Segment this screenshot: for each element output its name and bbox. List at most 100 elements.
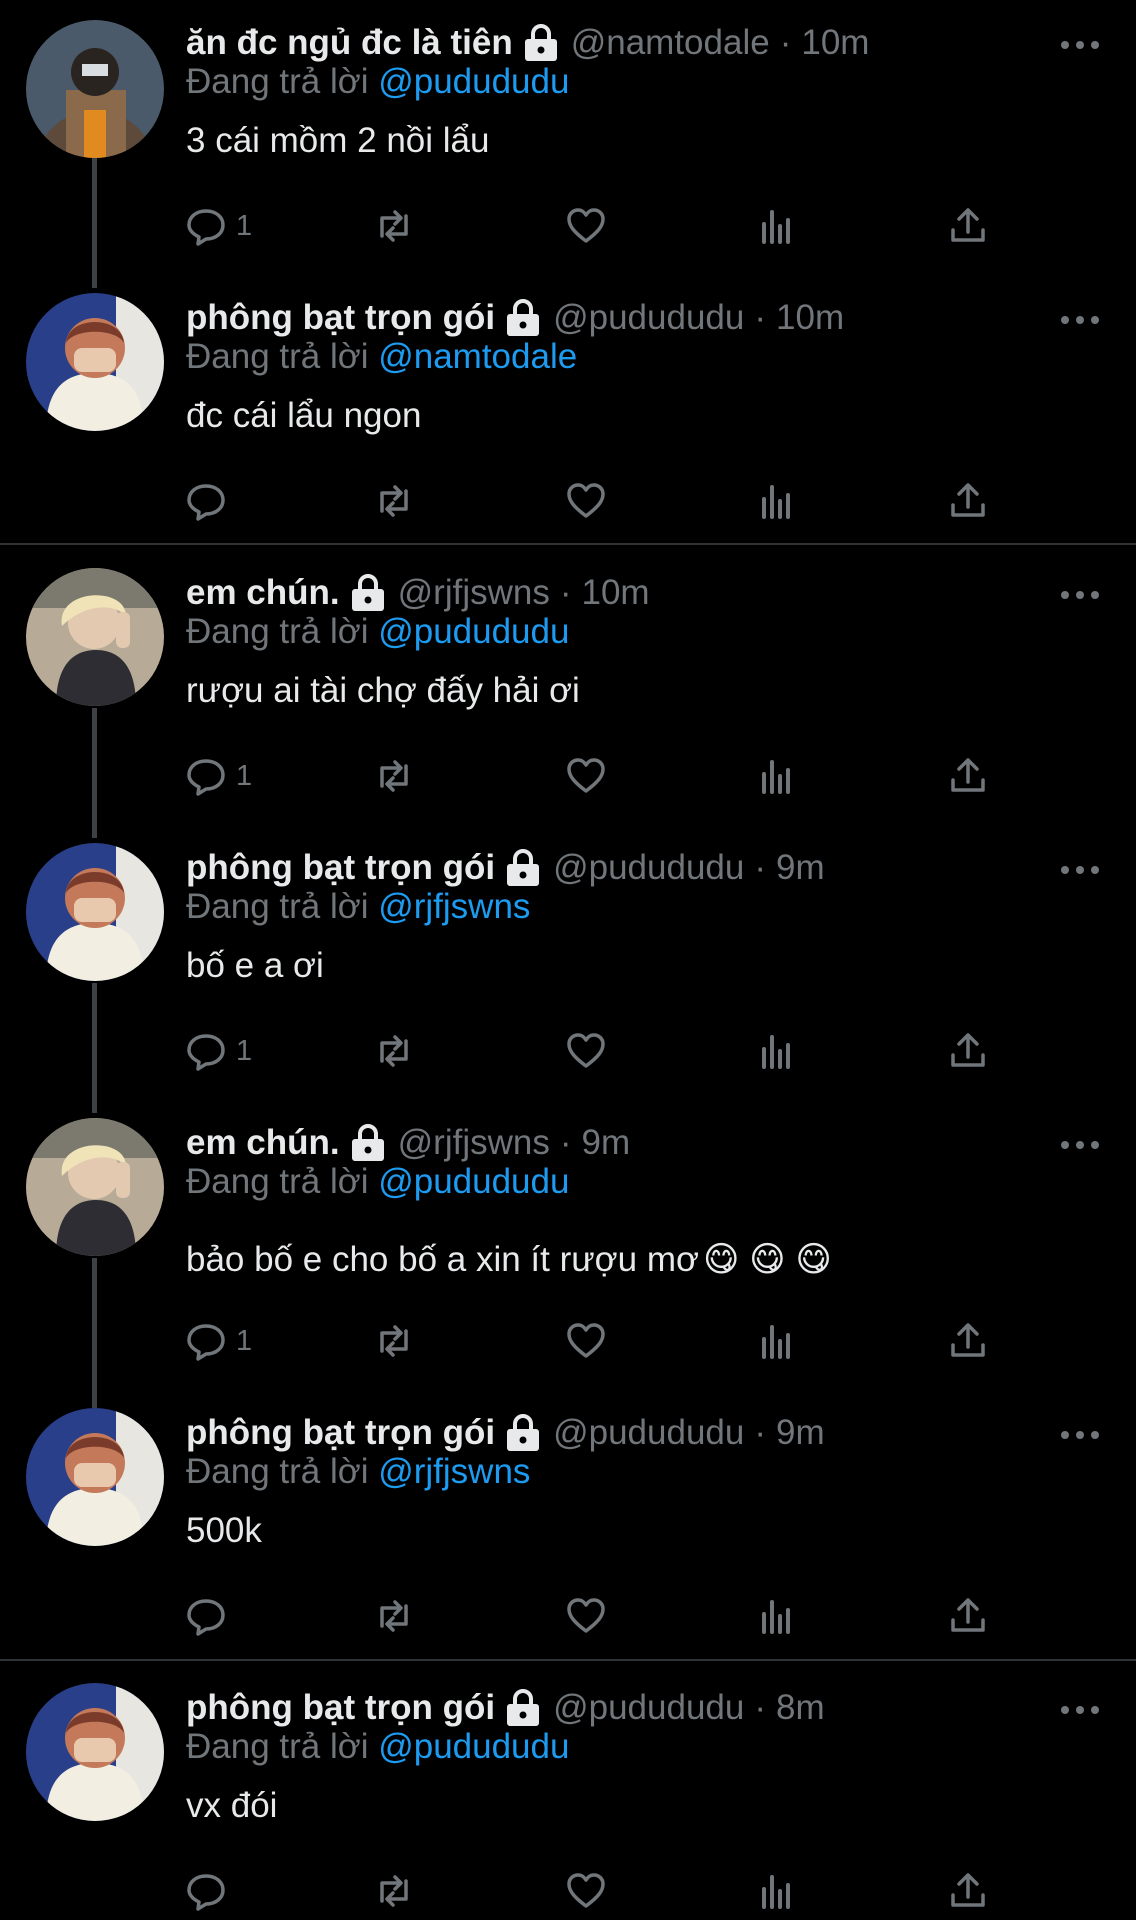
action-bar: 1: [186, 1313, 1006, 1369]
share-button[interactable]: [948, 198, 988, 254]
more-icon[interactable]: [1058, 1428, 1102, 1442]
tweet-text: vx đói: [186, 1786, 278, 1825]
retweet-button[interactable]: [374, 1023, 414, 1079]
share-icon: [951, 1033, 985, 1067]
like-button[interactable]: [566, 1023, 606, 1079]
heart-icon: [567, 1873, 605, 1908]
handle[interactable]: @pudududu: [553, 298, 744, 338]
mention-link[interactable]: @pudududu: [378, 1727, 569, 1766]
more-icon[interactable]: [1058, 313, 1102, 327]
retweet-button[interactable]: [374, 1588, 414, 1644]
avatar[interactable]: [26, 568, 164, 706]
like-button[interactable]: [566, 1863, 606, 1919]
more-icon[interactable]: [1058, 38, 1102, 52]
retweet-icon: [380, 1875, 408, 1907]
handle[interactable]: @pudududu: [553, 1413, 744, 1453]
more-icon[interactable]: [1058, 863, 1102, 877]
avatar[interactable]: [26, 1118, 164, 1256]
mention-link[interactable]: @pudududu: [378, 612, 569, 651]
avatar[interactable]: [26, 293, 164, 431]
views-button[interactable]: [756, 473, 796, 529]
display-name[interactable]: phông bạt trọn gói: [186, 1688, 495, 1728]
handle[interactable]: @pudududu: [553, 848, 744, 888]
thread-line: [92, 1258, 97, 1408]
timestamp[interactable]: 9m: [776, 1413, 825, 1453]
heart-icon: [567, 1323, 605, 1358]
retweet-icon: [380, 1600, 408, 1632]
display-name[interactable]: em chún.: [186, 1123, 340, 1163]
heart-icon: [567, 1598, 605, 1633]
timestamp[interactable]: 8m: [776, 1688, 825, 1728]
handle[interactable]: @rjfjswns: [398, 1123, 550, 1163]
retweet-button[interactable]: [374, 1863, 414, 1919]
display-name[interactable]: phông bạt trọn gói: [186, 848, 495, 888]
share-button[interactable]: [948, 1313, 988, 1369]
retweet-button[interactable]: [374, 473, 414, 529]
share-button[interactable]: [948, 1588, 988, 1644]
like-button[interactable]: [566, 473, 606, 529]
action-bar: 1: [186, 1023, 1006, 1079]
share-button[interactable]: [948, 1023, 988, 1079]
retweet-icon: [380, 1035, 408, 1067]
more-icon[interactable]: [1058, 588, 1102, 602]
timestamp[interactable]: 9m: [582, 1123, 631, 1163]
reply-button[interactable]: 1: [186, 198, 252, 254]
like-button[interactable]: [566, 1588, 606, 1644]
replying-to: Đang trả lời @namtodale: [186, 337, 577, 377]
replying-prefix: Đang trả lời: [186, 1162, 369, 1201]
mention-link[interactable]: @rjfjswns: [378, 887, 530, 926]
more-icon[interactable]: [1058, 1138, 1102, 1152]
reply-button[interactable]: [186, 1588, 226, 1644]
like-button[interactable]: [566, 198, 606, 254]
timestamp[interactable]: 10m: [801, 23, 869, 63]
handle[interactable]: @namtodale: [571, 23, 770, 63]
display-name[interactable]: phông bạt trọn gói: [186, 1413, 495, 1453]
separator-dot: ·: [559, 1123, 572, 1162]
views-button[interactable]: [756, 748, 796, 804]
display-name[interactable]: em chún.: [186, 573, 340, 613]
like-button[interactable]: [566, 748, 606, 804]
timestamp[interactable]: 9m: [776, 848, 825, 888]
share-button[interactable]: [948, 748, 988, 804]
handle[interactable]: @rjfjswns: [398, 573, 550, 613]
reply-icon: [187, 1874, 225, 1911]
replying-to: Đang trả lời @rjfjswns: [186, 1452, 530, 1492]
views-button[interactable]: [756, 1313, 796, 1369]
avatar[interactable]: [26, 1408, 164, 1546]
reply-button[interactable]: [186, 1863, 226, 1919]
views-button[interactable]: [756, 1588, 796, 1644]
tweet-text: rượu ai tài chợ đấy hải ơi: [186, 671, 580, 710]
retweet-button[interactable]: [374, 198, 414, 254]
avatar[interactable]: [26, 843, 164, 981]
reply-button[interactable]: 1: [186, 748, 252, 804]
heart-icon: [567, 1033, 605, 1068]
more-icon[interactable]: [1058, 1703, 1102, 1717]
views-button[interactable]: [756, 1023, 796, 1079]
share-button[interactable]: [948, 1863, 988, 1919]
separator-dot: ·: [779, 23, 792, 62]
display-name[interactable]: ăn đc ngủ đc là tiên: [186, 23, 513, 63]
mention-link[interactable]: @rjfjswns: [378, 1452, 530, 1491]
lock-icon: [351, 574, 384, 611]
mention-link[interactable]: @pudududu: [378, 1162, 569, 1201]
avatar[interactable]: [26, 1683, 164, 1821]
retweet-button[interactable]: [374, 748, 414, 804]
retweet-button[interactable]: [374, 1313, 414, 1369]
reply-button[interactable]: 1: [186, 1023, 252, 1079]
replying-to: Đang trả lời @rjfjswns: [186, 887, 530, 927]
reply-icon: [187, 1034, 225, 1071]
reply-button[interactable]: [186, 473, 226, 529]
display-name[interactable]: phông bạt trọn gói: [186, 298, 495, 338]
avatar[interactable]: [26, 20, 164, 158]
share-button[interactable]: [948, 473, 988, 529]
reply-button[interactable]: 1: [186, 1313, 252, 1369]
timestamp[interactable]: 10m: [776, 298, 844, 338]
mention-link[interactable]: @pudududu: [378, 62, 569, 101]
handle[interactable]: @pudududu: [553, 1688, 744, 1728]
like-button[interactable]: [566, 1313, 606, 1369]
views-button[interactable]: [756, 198, 796, 254]
mention-link[interactable]: @namtodale: [378, 337, 577, 376]
timestamp[interactable]: 10m: [582, 573, 650, 613]
replying-prefix: Đang trả lời: [186, 1727, 369, 1766]
views-button[interactable]: [756, 1863, 796, 1919]
